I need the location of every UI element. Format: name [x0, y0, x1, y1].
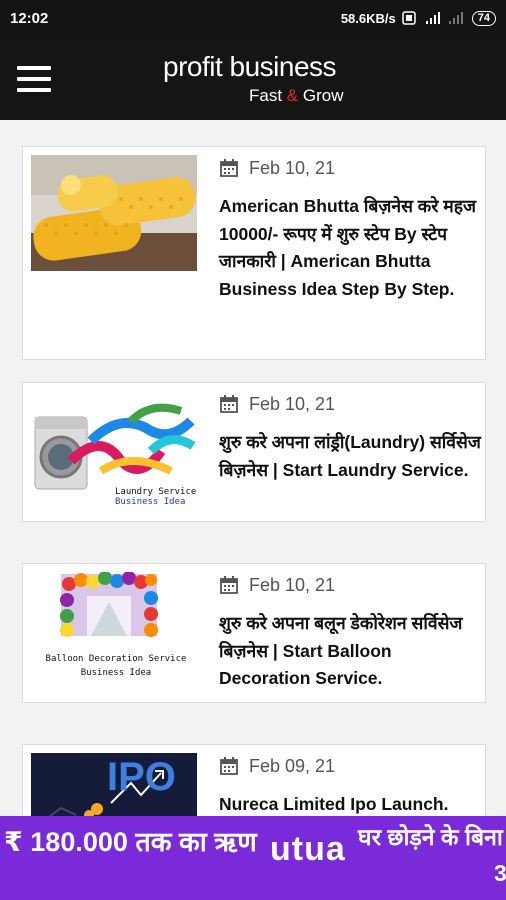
calendar-icon — [220, 576, 238, 594]
balloon-image[interactable]: Balloon Decoration Service Business Idea — [31, 572, 197, 688]
site-logo[interactable]: profit business Fast & Grow — [163, 50, 344, 105]
calendar-icon — [220, 395, 238, 413]
post-title-link[interactable]: American Bhutta बिज़नेस करे महज 10000/- … — [219, 193, 481, 303]
ipo-image[interactable]: IPO — [31, 753, 197, 816]
laundry-image[interactable]: Laundry Service Business Idea — [31, 391, 197, 507]
calendar-icon — [220, 159, 238, 177]
post-meta: Feb 10, 21 शुरु करे अपना बलून डेकोरेशन स… — [219, 572, 481, 693]
post-title-link[interactable]: शुरु करे अपना लांड्री(Laundry) सर्विसेज … — [219, 429, 481, 484]
signal-4g-icon — [425, 12, 440, 24]
ad-banner[interactable]: ₹ 180.000 तक का ऋण utua घर छोड़ने के बिन… — [0, 816, 506, 900]
post-card[interactable]: Balloon Decoration Service Business Idea… — [22, 563, 486, 703]
post-date: Feb 10, 21 — [219, 155, 481, 181]
post-meta: Feb 10, 21 शुरु करे अपना लांड्री(Laundry… — [219, 391, 481, 484]
status-time: 12:02 — [10, 9, 49, 27]
post-meta: Feb 09, 21 Nureca Limited Ipo Launch. — [219, 753, 481, 816]
battery-indicator: 74 — [471, 10, 496, 26]
hamburger-menu-icon[interactable] — [17, 66, 51, 92]
corn-image[interactable] — [31, 155, 197, 271]
signal-icon — [448, 12, 463, 24]
post-date: Feb 09, 21 — [219, 753, 481, 779]
post-date: Feb 10, 21 — [219, 572, 481, 598]
ad-trailing-text: 3 — [494, 860, 506, 886]
network-speed: 58.6KB/s — [340, 10, 396, 26]
ad-left-text: ₹ 180.000 तक का ऋण — [4, 827, 257, 857]
ad-right-text: घर छोड़ने के बिना — [358, 824, 503, 850]
status-bar: 12:02 58.6KB/s 74 — [0, 0, 506, 36]
post-title-link[interactable]: Nureca Limited Ipo Launch. — [219, 791, 481, 816]
calendar-icon — [220, 757, 238, 775]
ad-brand-logo: utua — [270, 830, 346, 868]
post-card[interactable]: Laundry Service Business Idea Feb 10, 21… — [22, 382, 486, 522]
post-card[interactable]: IPO Feb 09, 21 Nureca Limited Ipo Launch… — [22, 744, 486, 816]
site-title: profit business — [163, 51, 337, 82]
post-meta: Feb 10, 21 American Bhutta बिज़नेस करे म… — [219, 155, 481, 303]
post-feed[interactable]: Feb 10, 21 American Bhutta बिज़नेस करे म… — [0, 120, 506, 816]
post-title-link[interactable]: शुरु करे अपना बलून डेकोरेशन सर्विसेज बिज… — [219, 610, 481, 693]
post-card[interactable]: Feb 10, 21 American Bhutta बिज़नेस करे म… — [22, 146, 486, 360]
site-tagline: Fast & Grow — [249, 86, 344, 105]
sim-icon — [402, 11, 416, 25]
post-date: Feb 10, 21 — [219, 391, 481, 417]
status-indicators: 58.6KB/s 74 — [340, 10, 496, 26]
app-header: profit business Fast & Grow — [0, 36, 506, 120]
